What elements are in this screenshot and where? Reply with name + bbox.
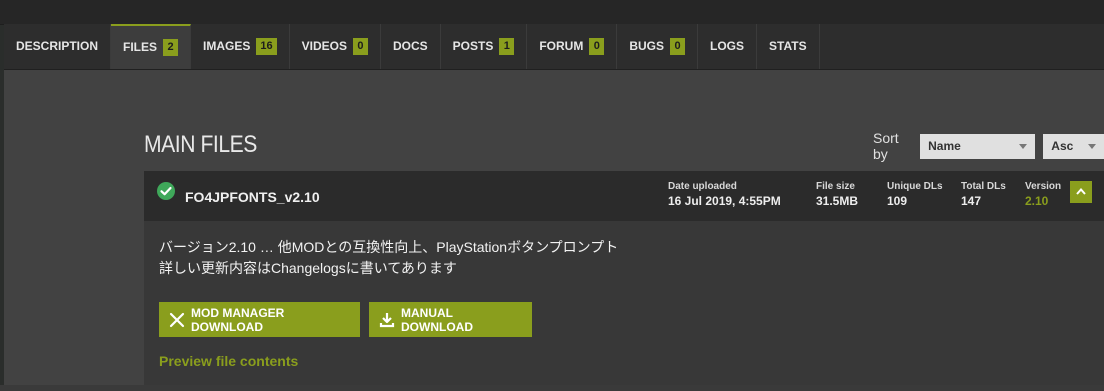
meta-version: Version 2.10	[1025, 181, 1061, 208]
file-description: バージョン2.10 … 他MODとの互換性向上、PlayStationボタンプロ…	[159, 237, 618, 279]
button-label: MOD MANAGER DOWNLOAD	[191, 305, 285, 334]
meta-total-dls: Total DLs 147	[961, 181, 1006, 208]
tab-count-badge: 1	[499, 38, 515, 55]
meta-label: Total DLs	[961, 181, 1006, 192]
mod-manager-download-button[interactable]: MOD MANAGER DOWNLOAD	[159, 302, 360, 337]
file-name: FO4JPFONTS_v2.10	[185, 189, 320, 205]
file-card: FO4JPFONTS_v2.10 Date uploaded 16 Jul 20…	[144, 171, 1104, 385]
tab-count-badge: 0	[670, 38, 686, 55]
tab-label: DESCRIPTION	[16, 39, 99, 53]
tab-logs[interactable]: LOGS	[698, 24, 758, 69]
meta-label: Unique DLs	[887, 181, 943, 192]
sort-field-select[interactable]: Name	[920, 133, 1036, 159]
meta-label: File size	[816, 181, 855, 192]
meta-label: Version	[1025, 181, 1062, 192]
meta-label: Date uploaded	[668, 181, 737, 192]
file-header[interactable]: FO4JPFONTS_v2.10 Date uploaded 16 Jul 20…	[144, 171, 1104, 221]
tab-label: FORUM	[539, 39, 584, 53]
tab-forum[interactable]: FORUM 0	[527, 24, 618, 69]
sort-controls: Sort by Name Asc	[873, 130, 1104, 162]
tab-count-badge: 2	[163, 39, 179, 56]
meta-value: 109	[887, 194, 908, 208]
tab-count-badge: 16	[256, 38, 277, 55]
collapse-button[interactable]	[1070, 181, 1092, 203]
meta-value: 16 Jul 2019, 4:55PM	[668, 194, 781, 208]
tab-label: IMAGES	[203, 39, 251, 53]
tab-count-badge: 0	[589, 38, 605, 55]
description-line: 詳しい更新内容はChangelogsに書いてあります	[159, 260, 457, 276]
top-bar	[0, 0, 1104, 25]
tab-label: POSTS	[452, 39, 494, 53]
meta-unique-dls: Unique DLs 109	[887, 181, 943, 208]
meta-value: 2.10	[1025, 194, 1049, 208]
tab-label: FILES	[123, 40, 158, 54]
sort-field-value: Name	[928, 139, 961, 153]
button-label: MANUAL DOWNLOAD	[401, 305, 473, 334]
tab-label: DOCS	[392, 39, 428, 53]
check-circle-icon	[157, 182, 175, 200]
sort-order-select[interactable]: Asc	[1043, 133, 1104, 159]
tab-description[interactable]: DESCRIPTION	[4, 24, 112, 69]
download-icon	[379, 312, 395, 327]
tab-label: BUGS	[629, 39, 665, 53]
tab-label: VIDEOS	[301, 39, 347, 53]
sort-order-value: Asc	[1051, 139, 1074, 153]
bottom-edge	[0, 385, 1104, 391]
chevron-down-icon	[1019, 143, 1028, 149]
tab-label: STATS	[769, 39, 807, 53]
meta-date: Date uploaded 16 Jul 2019, 4:55PM	[668, 181, 781, 208]
section-title: MAIN FILES	[144, 131, 257, 158]
tab-bugs[interactable]: BUGS 0	[617, 24, 699, 69]
tab-stats[interactable]: STATS	[757, 24, 820, 69]
chevron-down-icon	[1088, 143, 1096, 149]
tab-files[interactable]: FILES 2	[111, 24, 192, 69]
chevron-up-icon	[1076, 188, 1086, 195]
manual-download-button[interactable]: MANUAL DOWNLOAD	[369, 302, 532, 337]
tab-count-badge: 0	[352, 38, 368, 55]
meta-size: File size 31.5MB	[816, 181, 858, 208]
sort-label: Sort by	[873, 130, 899, 162]
tab-videos[interactable]: VIDEOS 0	[290, 24, 381, 69]
tab-images[interactable]: IMAGES 16	[191, 24, 290, 69]
description-line: バージョン2.10 … 他MODとの互換性向上、PlayStationボタンプロ…	[159, 239, 619, 255]
meta-value: 31.5MB	[816, 194, 859, 208]
tab-posts[interactable]: POSTS 1	[441, 24, 528, 69]
meta-value: 147	[961, 194, 982, 208]
vortex-icon	[169, 312, 185, 327]
preview-file-contents-link[interactable]: Preview file contents	[159, 353, 298, 369]
tab-label: LOGS	[710, 39, 745, 53]
tab-docs[interactable]: DOCS	[381, 24, 441, 69]
mod-tabs: DESCRIPTION FILES 2 IMAGES 16 VIDEOS 0 D…	[4, 24, 1104, 70]
